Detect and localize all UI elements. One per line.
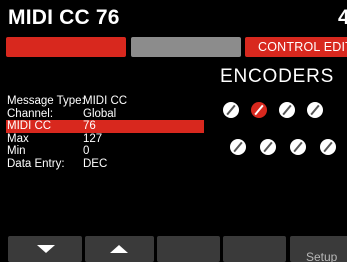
parameter-list: Message Type: MIDI CC Channel: Global MI…: [6, 95, 204, 170]
param-row-midi-cc[interactable]: MIDI CC 76: [6, 120, 204, 133]
param-value: 0: [83, 145, 90, 157]
param-row-channel[interactable]: Channel: Global: [6, 108, 204, 121]
param-row-max[interactable]: Max 127: [6, 133, 204, 146]
encoder-6-knob-icon[interactable]: [260, 139, 276, 155]
encoder-7-knob-icon[interactable]: [290, 139, 306, 155]
footer-down-button[interactable]: [8, 236, 82, 262]
footer-button-3[interactable]: [157, 236, 220, 262]
param-label: Message Type:: [7, 95, 85, 107]
encoder-4-knob-icon[interactable]: [307, 102, 323, 118]
param-label: MIDI CC: [7, 120, 52, 132]
arrow-down-icon: [37, 245, 55, 253]
param-value: MIDI CC: [83, 95, 128, 107]
encoder-8-knob-icon[interactable]: [320, 139, 336, 155]
param-value: 76: [83, 120, 96, 132]
param-label: Data Entry:: [7, 157, 65, 170]
tab-control-edit[interactable]: CONTROL EDIT: [245, 37, 347, 57]
param-label: Min: [7, 145, 26, 157]
param-value: Global: [83, 107, 117, 120]
encoder-3-knob-icon[interactable]: [279, 102, 295, 118]
tab-2[interactable]: [131, 37, 241, 57]
param-row-message-type[interactable]: Message Type: MIDI CC: [6, 95, 204, 108]
setup-button-label: Setup: [306, 250, 338, 262]
tab-1[interactable]: [6, 37, 126, 57]
encoders-title: ENCODERS: [220, 66, 335, 87]
param-value: 127: [83, 132, 103, 145]
footer-button-4[interactable]: [223, 236, 286, 262]
page-title: MIDI CC 76: [8, 6, 120, 29]
param-value: DEC: [83, 157, 108, 170]
param-row-min[interactable]: Min 0: [6, 145, 204, 158]
encoder-5-knob-icon[interactable]: [230, 139, 246, 155]
encoder-1-knob-icon[interactable]: [223, 102, 239, 118]
param-label: Channel:: [7, 107, 54, 120]
param-row-data-entry[interactable]: Data Entry: DEC: [6, 158, 204, 171]
tab-control-edit-label: CONTROL EDIT: [258, 40, 347, 54]
footer-up-button[interactable]: [85, 236, 154, 262]
setup-button[interactable]: Setup: [290, 236, 347, 262]
arrow-up-icon: [110, 245, 128, 253]
corner-indicator: 4: [338, 6, 347, 29]
param-label: Max: [7, 132, 29, 145]
encoder-2-knob-icon[interactable]: [251, 102, 267, 118]
